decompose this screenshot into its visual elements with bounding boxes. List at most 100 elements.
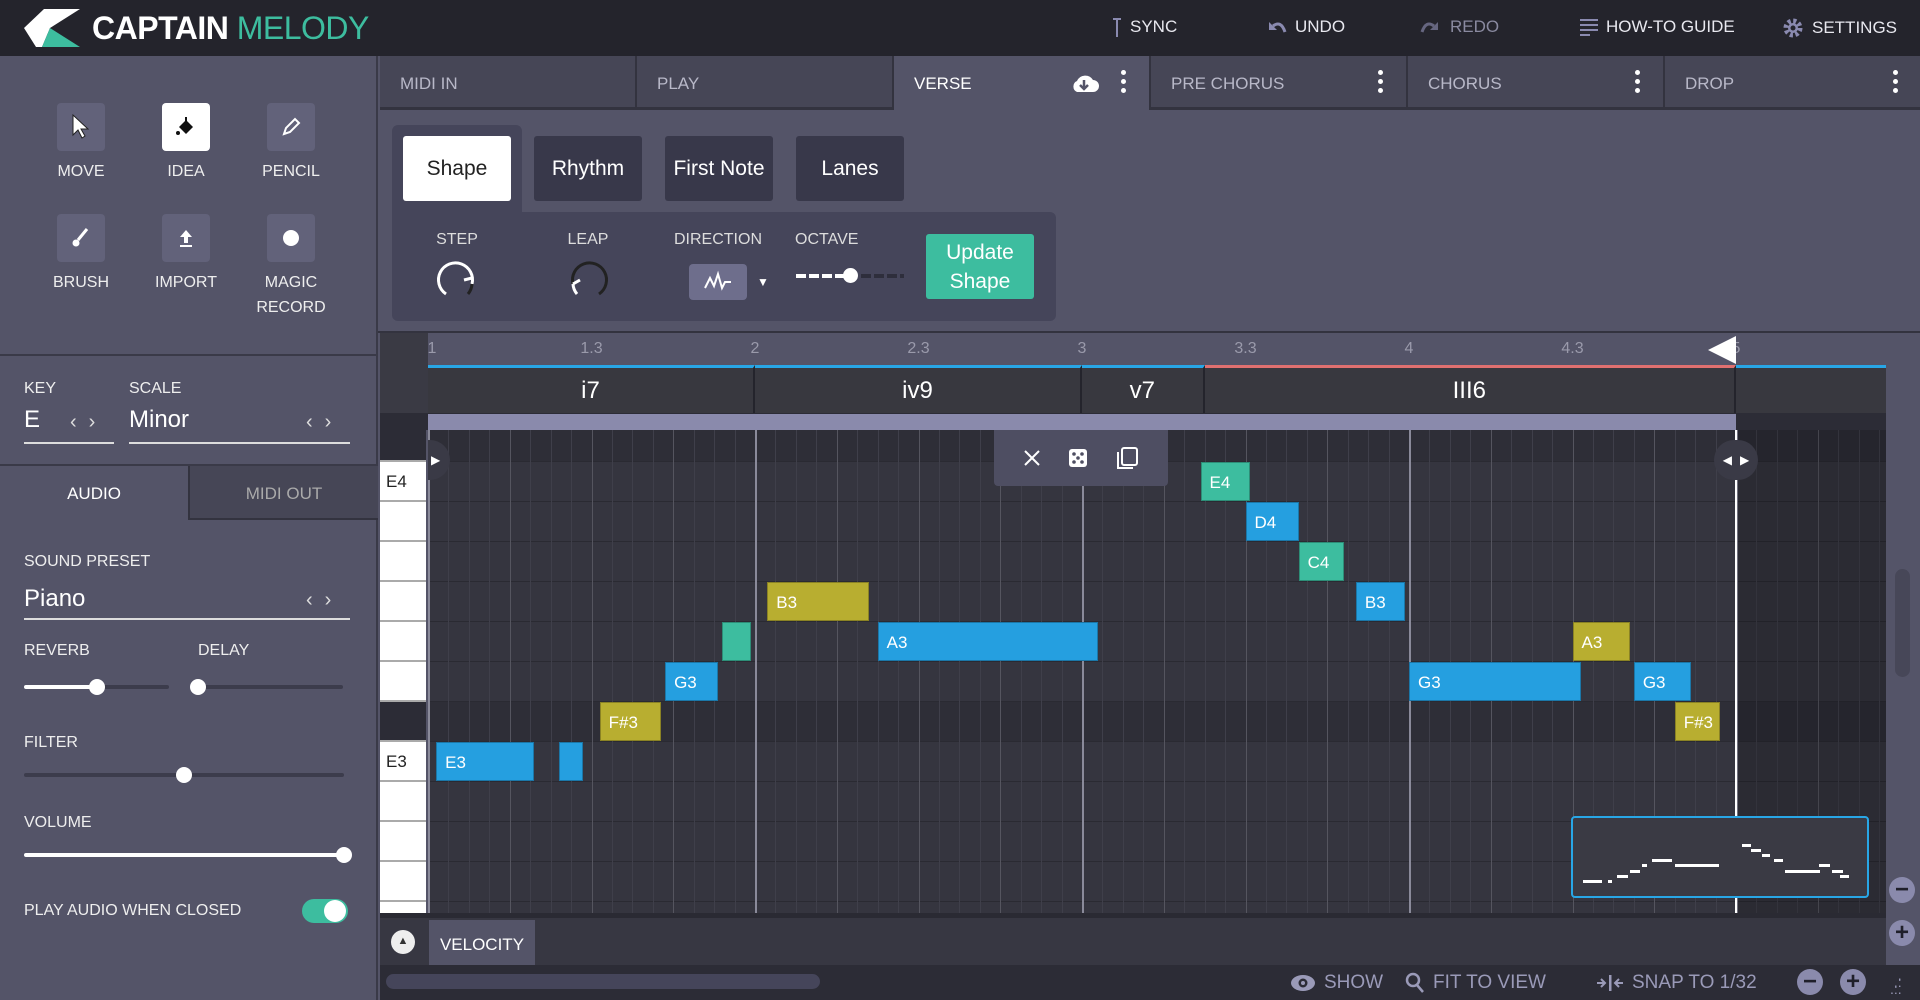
zoom-in-button[interactable]: + [1840,969,1866,995]
shape-tab-first-note[interactable]: First Note [665,136,773,201]
tab-midi-out[interactable]: MIDI OUT [188,466,378,520]
note[interactable]: E4 [1200,462,1250,501]
tab-drop[interactable]: DROP [1665,56,1920,110]
cloud-download-icon[interactable] [1069,72,1099,99]
tool-import-button[interactable] [162,214,210,262]
preset-prev-icon[interactable]: ‹ [306,589,325,611]
scale-arrows[interactable]: ‹› [306,411,343,434]
play-audio-toggle[interactable] [302,899,348,923]
note[interactable]: E3 [436,742,535,781]
minimap[interactable] [1571,816,1869,898]
more-vertical-icon[interactable] [1378,70,1384,97]
expand-velocity-icon[interactable]: ▲ [391,930,415,954]
tab-verse[interactable]: VERSE [894,56,1151,110]
preset-arrows[interactable]: ‹› [306,589,343,612]
tab-play[interactable]: PLAY [637,56,894,110]
chord-block[interactable]: i7 [428,365,755,413]
resize-grip-icon[interactable]: . .:.:. [1890,968,1902,996]
piano-key[interactable] [380,782,426,822]
note[interactable] [558,742,584,781]
piano-key[interactable] [380,430,426,462]
piano-key[interactable] [380,622,426,662]
key-prev-icon[interactable]: ‹ [70,411,89,433]
tool-magic-button[interactable] [267,214,315,262]
tool-brush-button[interactable] [57,214,105,262]
piano-key[interactable] [380,502,426,542]
delay-slider[interactable] [190,679,343,695]
note[interactable]: A3 [1572,622,1630,661]
zoom-out-vertical-button[interactable]: − [1889,877,1915,903]
scale-value[interactable]: Minor [129,406,189,434]
vertical-scroll-thumb[interactable] [1895,569,1910,677]
key-next-icon[interactable]: › [89,411,108,433]
note[interactable]: B3 [767,582,870,621]
note[interactable]: D4 [1245,502,1299,541]
step-knob[interactable] [434,256,480,302]
shape-tab-shape[interactable]: Shape [403,136,511,201]
end-marker-icon[interactable] [1708,336,1738,364]
scale-prev-icon[interactable]: ‹ [306,411,325,433]
piano-keys[interactable]: E4 E3 [380,430,426,942]
note[interactable]: C4 [1298,542,1344,581]
tab-audio[interactable]: AUDIO [0,466,188,520]
chord-block[interactable]: III6 [1204,365,1736,413]
show-button[interactable]: SHOW [1290,972,1383,994]
piano-key[interactable] [380,862,426,902]
zoom-out-button[interactable]: − [1797,969,1823,995]
sync-button[interactable]: SYNC [1112,17,1177,37]
shape-tab-rhythm[interactable]: Rhythm [534,136,642,201]
shape-tab-lanes[interactable]: Lanes [796,136,904,201]
note[interactable] [722,622,751,661]
piano-key[interactable] [380,542,426,582]
chord-block[interactable]: iv9 [755,365,1082,413]
note[interactable]: F#3 [599,702,661,741]
zoom-in-vertical-button[interactable]: + [1889,920,1915,946]
piano-key[interactable]: E3 [380,742,426,782]
dice-icon[interactable] [1068,448,1088,468]
tool-move-button[interactable] [57,103,105,151]
piano-key[interactable] [380,582,426,622]
more-vertical-icon[interactable] [1121,70,1127,97]
key-arrows[interactable]: ‹› [70,411,107,434]
update-shape-button[interactable]: Update Shape [926,234,1034,299]
note[interactable]: B3 [1355,582,1405,621]
settings-button[interactable]: SETTINGS [1782,17,1897,39]
tool-idea-button[interactable] [162,103,210,151]
tab-velocity[interactable]: VELOCITY [429,920,535,965]
tool-pencil-button[interactable] [267,103,315,151]
octave-slider[interactable] [796,268,904,283]
close-icon[interactable] [1023,449,1041,467]
how-to-guide-button[interactable]: HOW-TO GUIDE [1580,17,1735,37]
more-vertical-icon[interactable] [1893,70,1899,97]
volume-slider[interactable] [24,847,352,863]
leap-knob[interactable] [565,256,611,302]
note[interactable]: G3 [1409,662,1581,701]
reverb-slider[interactable] [24,679,169,695]
snap-button[interactable]: SNAP TO 1/32 [1596,972,1757,994]
volume-handle[interactable] [336,847,352,863]
chord-block[interactable]: v7 [1082,365,1205,413]
timeline-ruler[interactable] [428,333,1886,365]
undo-button[interactable]: UNDO [1265,17,1345,37]
piano-key[interactable] [380,702,426,742]
vertical-scrollbar[interactable] [1886,333,1920,965]
filter-slider[interactable] [24,767,344,783]
note[interactable]: A3 [877,622,1099,661]
note[interactable]: G3 [1633,662,1692,701]
filter-handle[interactable] [176,767,192,783]
scale-next-icon[interactable]: › [325,411,344,433]
direction-dropdown-icon[interactable]: ▼ [757,275,769,289]
loop-end-handle[interactable]: ◀ ▶ [1714,440,1758,480]
piano-key[interactable] [380,822,426,862]
piano-key[interactable] [380,662,426,702]
note[interactable]: G3 [665,662,719,701]
piano-key[interactable]: E4 [380,462,426,502]
sound-preset-value[interactable]: Piano [24,585,85,613]
direction-button[interactable] [689,264,747,300]
tab-chorus[interactable]: CHORUS [1408,56,1665,110]
duplicate-icon[interactable] [1115,446,1139,470]
horizontal-scroll-thumb[interactable] [386,974,820,989]
tab-midi-in[interactable]: MIDI IN [380,56,637,110]
loop-region[interactable] [428,414,1736,430]
more-vertical-icon[interactable] [1635,70,1641,97]
